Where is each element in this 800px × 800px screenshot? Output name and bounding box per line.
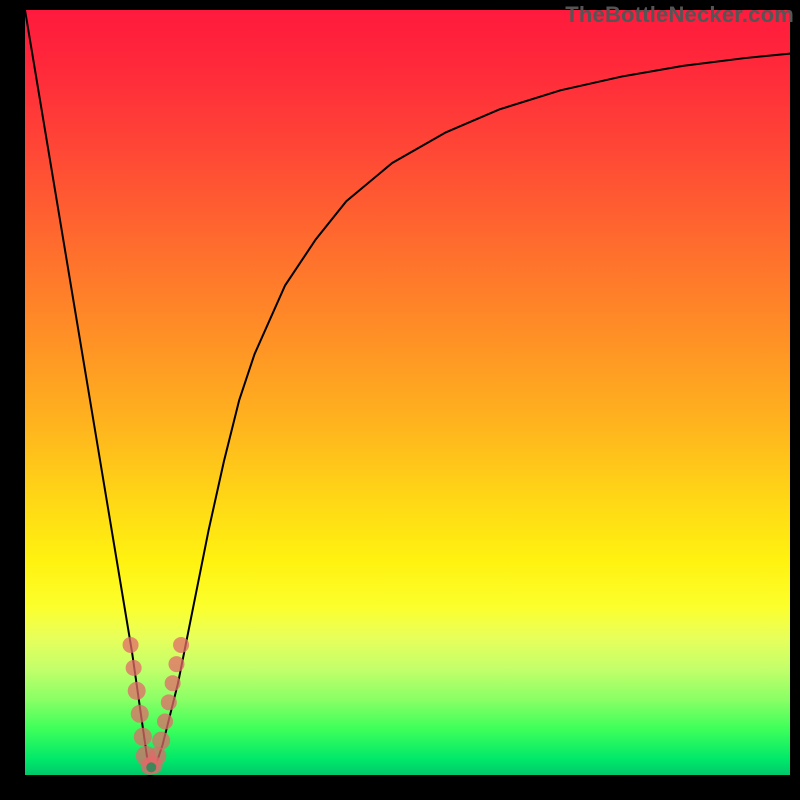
cluster-marker [152,732,170,750]
chart-svg [25,10,790,775]
cluster-marker [165,675,181,691]
cluster-marker [148,747,166,765]
cluster-marker [173,637,189,653]
cluster-marker [161,694,177,710]
cluster-marker [157,713,173,729]
watermark-text: TheBottleNecker.com [565,2,794,28]
chart-frame: TheBottleNecker.com [0,0,800,800]
cluster-marker [134,728,152,746]
cluster-marker [168,656,184,672]
min-point-marker [146,762,156,772]
cluster-marker [131,705,149,723]
cluster-marker [123,637,139,653]
bottleneck-curve [25,10,790,767]
cluster-marker [126,660,142,676]
cluster-marker [128,682,146,700]
plot-area [25,10,790,775]
